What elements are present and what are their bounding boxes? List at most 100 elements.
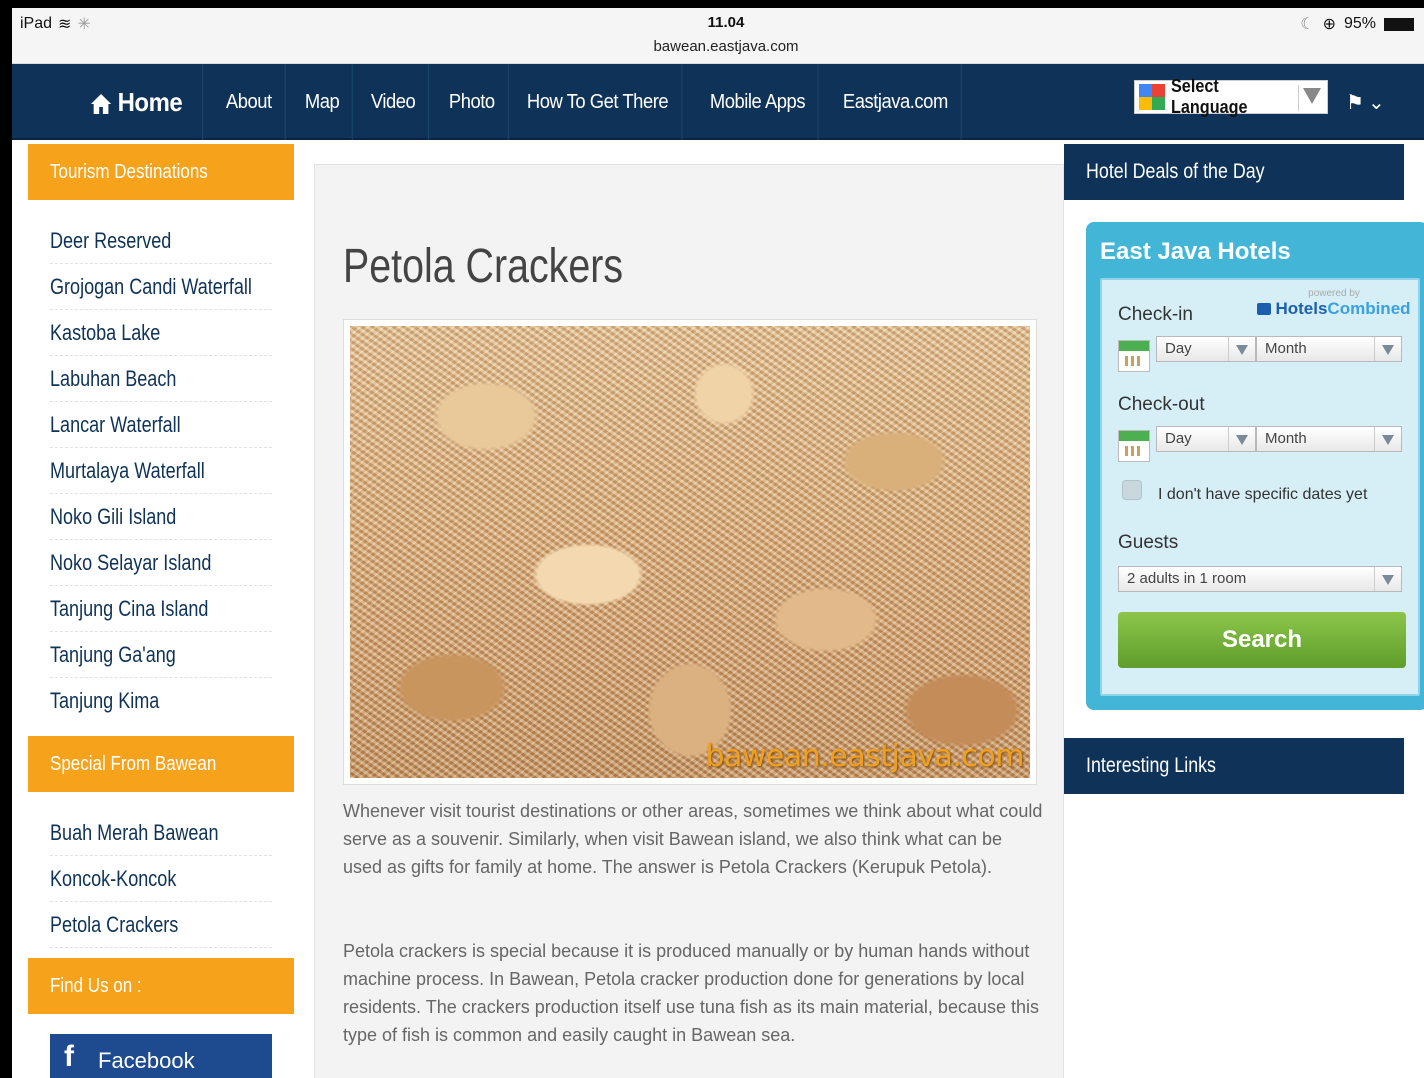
sidebar-item-label: Noko Gili Island [50,503,177,529]
language-dropdown-icon [1303,88,1321,104]
language-label: Select Language [1171,76,1248,117]
nav-home[interactable]: Home [90,64,204,140]
nav-home-label: Home [117,86,183,117]
special-list: Buah Merah Bawean Koncok-Koncok Petola C… [28,792,294,958]
sidebar-item-label: Tanjung Cina Island [50,595,209,621]
search-button[interactable]: Search [1118,612,1406,668]
sidebar-item-label: Deer Reserved [50,227,172,253]
special-header: Special From Bawean [28,736,294,792]
powered-by-label: powered by [1308,288,1360,299]
main-content: Petola Crackers bawean.eastjava.com When… [314,164,1064,1078]
sidebar-item-labuhan-beach[interactable]: Labuhan Beach [50,356,272,402]
checkout-day-select[interactable]: Day [1156,426,1256,452]
checkout-label: Check-out [1118,394,1205,415]
powered-by: powered by Hotels Combined [1256,288,1412,319]
sidebar-item-tanjung-cina[interactable]: Tanjung Cina Island [50,586,272,632]
left-sidebar: Tourism Destinations Deer Reserved Grojo… [28,144,294,1078]
interesting-links-label: Interesting Links [1086,754,1216,777]
sidebar-item-label: Kastoba Lake [50,319,161,345]
google-translate-icon [1139,84,1165,110]
facebook-icon: f [64,1040,74,1073]
hotelscombined-logo: Hotels Combined [1256,299,1412,319]
sidebar-item-label: Lancar Waterfall [50,411,181,437]
right-sidebar: Hotel Deals of the Day East Java Hotels … [1064,144,1424,1078]
home-icon [90,91,112,114]
hotelscombined-icon [1257,303,1272,315]
hotel-search-widget: East Java Hotels Check-in powered by Hot… [1086,222,1424,710]
hotel-deals-header: Hotel Deals of the Day [1064,144,1404,200]
tourism-header: Tourism Destinations [28,144,294,200]
article-paragraph-1: Whenever visit tourist destinations or o… [343,801,1043,877]
checkin-month-select[interactable]: Month [1256,336,1402,362]
language-select[interactable]: Select Language [1134,76,1328,117]
nav-photo[interactable]: Photo [436,64,509,140]
nav-map[interactable]: Map [292,64,354,140]
moon-icon: ☾ [1300,16,1315,33]
sidebar-item-label: Labuhan Beach [50,365,177,391]
no-dates-label: I don't have specific dates yet [1158,486,1368,503]
sidebar-item-grojogan-candi[interactable]: Grojogan Candi Waterfall [50,264,272,310]
sidebar-item-label: Grojogan Candi Waterfall [50,273,252,299]
battery-icon [1384,17,1414,31]
flag-menu[interactable]: ⚑ ⌄ [1346,90,1385,115]
brand-part-b: Combined [1327,299,1411,318]
sidebar-item-label: Buah Merah Bawean [50,819,219,845]
status-bar: iPad ≋ ✳ 11.04 bawean.eastjava.com ☾ ⊕ 9… [12,8,1424,64]
sidebar-item-deer-reserved[interactable]: Deer Reserved [50,218,272,264]
checkout-month-select[interactable]: Month [1256,426,1402,452]
sidebar-item-buah-merah[interactable]: Buah Merah Bawean [50,810,272,856]
photo-watermark: bawean.eastjava.com [705,739,1024,774]
sidebar-item-noko-gili[interactable]: Noko Gili Island [50,494,272,540]
address-url[interactable]: bawean.eastjava.com [12,38,1424,55]
nav-video[interactable]: Video [358,64,430,140]
petola-crackers-photo: bawean.eastjava.com [350,326,1030,778]
facebook-button[interactable]: f Facebook [50,1034,272,1078]
sidebar-item-tanjung-kima[interactable]: Tanjung Kima [50,678,272,724]
brand-part-a: Hotels [1275,299,1328,318]
article-image-frame: bawean.eastjava.com [343,319,1037,785]
nav-about[interactable]: About [213,64,286,140]
sidebar-item-lancar-waterfall[interactable]: Lancar Waterfall [50,402,272,448]
special-header-label: Special From Bawean [50,752,217,775]
sidebar-item-label: Murtalaya Waterfall [50,457,205,483]
rotation-lock-icon: ⊕ [1322,16,1336,33]
no-dates-checkbox[interactable] [1122,480,1142,500]
sidebar-item-petola-crackers[interactable]: Petola Crackers [50,902,272,948]
guests-select[interactable]: 2 adults in 1 room [1118,566,1402,592]
sidebar-item-label: Koncok-Koncok [50,865,177,891]
interesting-links-header: Interesting Links [1064,738,1404,794]
page-title: Petola Crackers [343,240,624,293]
checkin-calendar-icon[interactable] [1118,340,1150,372]
screen: iPad ≋ ✳ 11.04 bawean.eastjava.com ☾ ⊕ 9… [12,8,1424,1078]
tourism-list: Deer Reserved Grojogan Candi Waterfall K… [28,200,294,734]
checkin-label: Check-in [1118,304,1193,325]
sidebar-item-murtalaya-waterfall[interactable]: Murtalaya Waterfall [50,448,272,494]
nav-mobile-apps[interactable]: Mobile Apps [697,64,819,140]
find-us-header: Find Us on : [28,958,294,1014]
checkout-calendar-icon[interactable] [1118,430,1150,462]
checkin-day-select[interactable]: Day [1156,336,1256,362]
widget-title: East Java Hotels [1100,238,1291,265]
article-paragraph-2: Petola crackers is special because it is… [343,941,1039,1045]
sidebar-item-kastoba-lake[interactable]: Kastoba Lake [50,310,272,356]
find-us-header-label: Find Us on : [50,974,142,997]
facebook-label: Facebook [98,1048,195,1073]
sidebar-item-label: Noko Selayar Island [50,549,212,575]
sidebar-item-tanjung-gaang[interactable]: Tanjung Ga'ang [50,632,272,678]
sidebar-item-label: Tanjung Kima [50,688,160,713]
hotel-deals-label: Hotel Deals of the Day [1086,160,1265,183]
widget-form: Check-in powered by Hotels Combined Day M… [1100,278,1420,696]
battery-percent: 95% [1343,15,1376,32]
tourism-header-label: Tourism Destinations [50,160,208,183]
status-right: ☾ ⊕ 95% [1300,14,1414,34]
flag-icon: ⚑ [1346,92,1364,114]
sidebar-item-label: Petola Crackers [50,911,179,937]
guests-label: Guests [1118,532,1179,553]
sidebar-item-koncok-koncok[interactable]: Koncok-Koncok [50,856,272,902]
chevron-down-icon: ⌄ [1367,92,1385,114]
status-time: 11.04 [707,14,745,31]
nav-eastjava[interactable]: Eastjava.com [830,64,962,140]
nav-how-to-get-there[interactable]: How To Get There [514,64,683,140]
sidebar-item-label: Tanjung Ga'ang [50,641,176,667]
sidebar-item-noko-selayar[interactable]: Noko Selayar Island [50,540,272,586]
